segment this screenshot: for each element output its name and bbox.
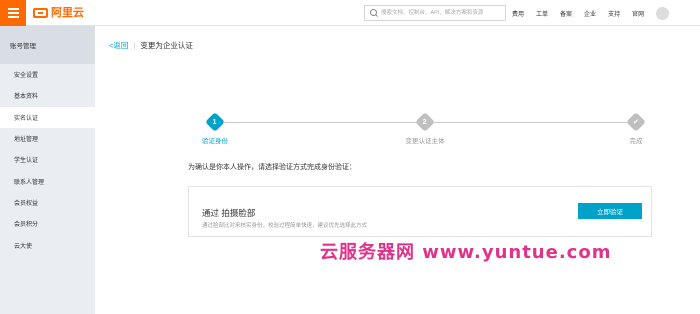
page-title: 变更为企业认证	[140, 41, 193, 50]
step-3-label: 完成	[629, 138, 643, 145]
sidebar-list: 安全设置 基本资料 实名认证 地址管理 学生认证 联系人管理 会员权益 会员积分…	[0, 64, 95, 256]
watermark: 云服务器网 www.yuntue.com	[320, 242, 612, 263]
method-title: 通过 拍摄脸部	[202, 208, 256, 218]
logo-icon	[33, 8, 48, 18]
step-1-label: 验证身份	[202, 138, 228, 145]
search-box[interactable]	[364, 5, 506, 21]
main-content: <返回 | 变更为企业认证 1 2 ✔ 验证身份 变更认证主体 完成 为确认是你…	[95, 26, 700, 314]
menu-icon[interactable]	[0, 0, 26, 26]
back-link[interactable]: <返回	[109, 40, 128, 51]
sidebar-item-security[interactable]: 安全设置	[0, 64, 95, 85]
step-2-icon: 2	[415, 112, 435, 132]
sidebar-item-profile[interactable]: 基本资料	[0, 85, 95, 106]
nav-icp[interactable]: 备案	[560, 9, 572, 18]
sidebar-item-ambassador[interactable]: 云大使	[0, 234, 95, 255]
nav-enterprise[interactable]: 企业	[584, 9, 596, 18]
step-1-icon: 1	[205, 112, 225, 132]
progress-steps: 1 2 ✔ 验证身份 变更认证主体 完成	[95, 112, 700, 152]
nav-fees[interactable]: 费用	[512, 9, 524, 18]
step-line-1	[224, 122, 418, 123]
step-line-2	[433, 122, 629, 123]
sidebar-item-member-points[interactable]: 会员积分	[0, 213, 95, 234]
search-icon[interactable]	[365, 6, 381, 20]
sidebar-item-member-benefits[interactable]: 会员权益	[0, 192, 95, 213]
nav-support[interactable]: 支持	[608, 9, 620, 18]
verification-prompt: 为确认是你本人操作，请选择验证方式完成身份验证：	[188, 164, 356, 171]
sidebar-item-student[interactable]: 学生认证	[0, 149, 95, 170]
sidebar-item-real-name[interactable]: 实名认证	[0, 106, 95, 128]
search-input[interactable]	[381, 7, 503, 19]
sidebar: 账号管理 安全设置 基本资料 实名认证 地址管理 学生认证 联系人管理 会员权益…	[0, 26, 95, 314]
sidebar-item-address[interactable]: 地址管理	[0, 128, 95, 149]
breadcrumb-separator: |	[133, 41, 136, 50]
top-bar: 阿里云 费用 工单 备案 企业 支持 官网	[0, 0, 700, 26]
top-nav: 费用 工单 备案 企业 支持 官网	[512, 0, 670, 26]
sidebar-title: 账号管理	[0, 26, 95, 64]
sidebar-item-contacts[interactable]: 联系人管理	[0, 170, 95, 191]
breadcrumb: <返回 | 变更为企业认证	[109, 40, 193, 51]
step-2-label: 变更认证主体	[405, 138, 445, 145]
step-3-check-icon: ✔	[626, 112, 646, 132]
avatar[interactable]	[656, 6, 670, 20]
nav-official-site[interactable]: 官网	[632, 9, 644, 18]
verify-now-button[interactable]: 立即验证	[578, 203, 642, 219]
logo-text: 阿里云	[51, 7, 84, 19]
method-description: 通过脸部比对来核实身份，校验过程简单快速，建议优先选择此方式	[202, 223, 368, 229]
nav-tickets[interactable]: 工单	[536, 9, 548, 18]
verification-method-card: 通过 拍摄脸部 通过脸部比对来核实身份，校验过程简单快速，建议优先选择此方式 立…	[188, 186, 652, 237]
logo[interactable]: 阿里云	[33, 6, 84, 20]
